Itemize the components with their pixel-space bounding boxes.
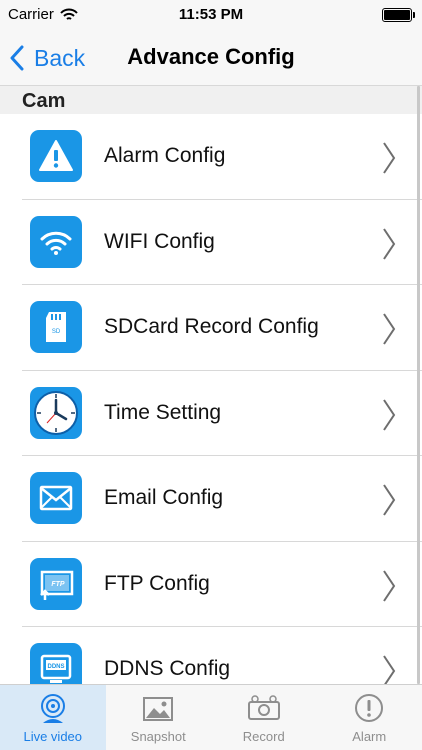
battery-icon [382, 8, 415, 22]
list-item-alarm-config[interactable]: Alarm Config [22, 114, 422, 200]
tab-label: Alarm [352, 729, 387, 744]
svg-text:SD: SD [52, 329, 61, 335]
ftp-icon: FTP [30, 557, 82, 610]
tab-bar: Live video Snapshot Record Alarm [0, 684, 422, 750]
ddns-icon: DDNS [30, 643, 82, 684]
svg-text:FTP: FTP [51, 581, 65, 588]
back-label: Back [34, 44, 86, 71]
alarm-warning-icon [30, 130, 82, 183]
chevron-right-icon [383, 398, 396, 431]
item-label: Email Config [104, 486, 224, 510]
config-list-scrollview[interactable]: Cam Alarm Config WIFI Config SD SDCard R… [0, 86, 422, 684]
picture-icon [143, 697, 174, 721]
envelope-icon [30, 472, 82, 525]
chevron-right-icon [383, 569, 396, 602]
item-label: DDNS Config [104, 657, 231, 681]
status-time: 11:53 PM [178, 6, 244, 23]
item-label: FTP Config [104, 571, 210, 595]
tab-snapshot[interactable]: Snapshot [106, 685, 212, 750]
list-item-wifi-config[interactable]: WIFI Config [22, 200, 422, 285]
status-bar: Carrier 11:53 PM [0, 0, 422, 30]
svg-text:DDNS: DDNS [47, 664, 64, 670]
section-header: Cam [0, 86, 422, 114]
item-label: WIFI Config [104, 229, 215, 253]
list-item-time-setting[interactable]: Time Setting [22, 371, 422, 456]
chevron-left-icon [10, 45, 24, 71]
tab-label: Record [242, 729, 285, 744]
sdcard-icon: SD [30, 301, 82, 354]
back-button[interactable]: Back [10, 40, 85, 76]
list-item-sdcard-record-config[interactable]: SD SDCard Record Config [22, 285, 422, 371]
navigation-bar: Back Advance Config [0, 30, 422, 86]
item-label: SDCard Record Config [104, 315, 319, 339]
wifi-icon [30, 215, 82, 268]
list-item-email-config[interactable]: Email Config [22, 456, 422, 542]
chevron-right-icon [383, 655, 396, 684]
video-camera-icon [247, 695, 280, 720]
list-item-ddns-config[interactable]: DDNS DDNS Config [22, 627, 422, 684]
chevron-right-icon [383, 313, 396, 345]
tab-label: Snapshot [130, 729, 186, 744]
exclamation-circle-icon [355, 694, 384, 722]
webcam-icon [40, 694, 65, 723]
config-list: Alarm Config WIFI Config SD SDCard Recor… [0, 114, 422, 684]
clock-icon [30, 386, 82, 439]
chevron-right-icon [383, 142, 396, 174]
tab-record[interactable]: Record [211, 685, 317, 750]
tab-alarm[interactable]: Alarm [317, 685, 422, 750]
scrollbar[interactable] [417, 86, 420, 684]
tab-live-video[interactable]: Live video [0, 685, 106, 750]
list-item-ftp-config[interactable]: FTP FTP Config [22, 542, 422, 627]
item-label: Time Setting [104, 400, 222, 424]
item-label: Alarm Config [104, 144, 226, 168]
tab-label: Live video [23, 729, 83, 744]
chevron-right-icon [383, 484, 396, 516]
chevron-right-icon [383, 227, 396, 260]
